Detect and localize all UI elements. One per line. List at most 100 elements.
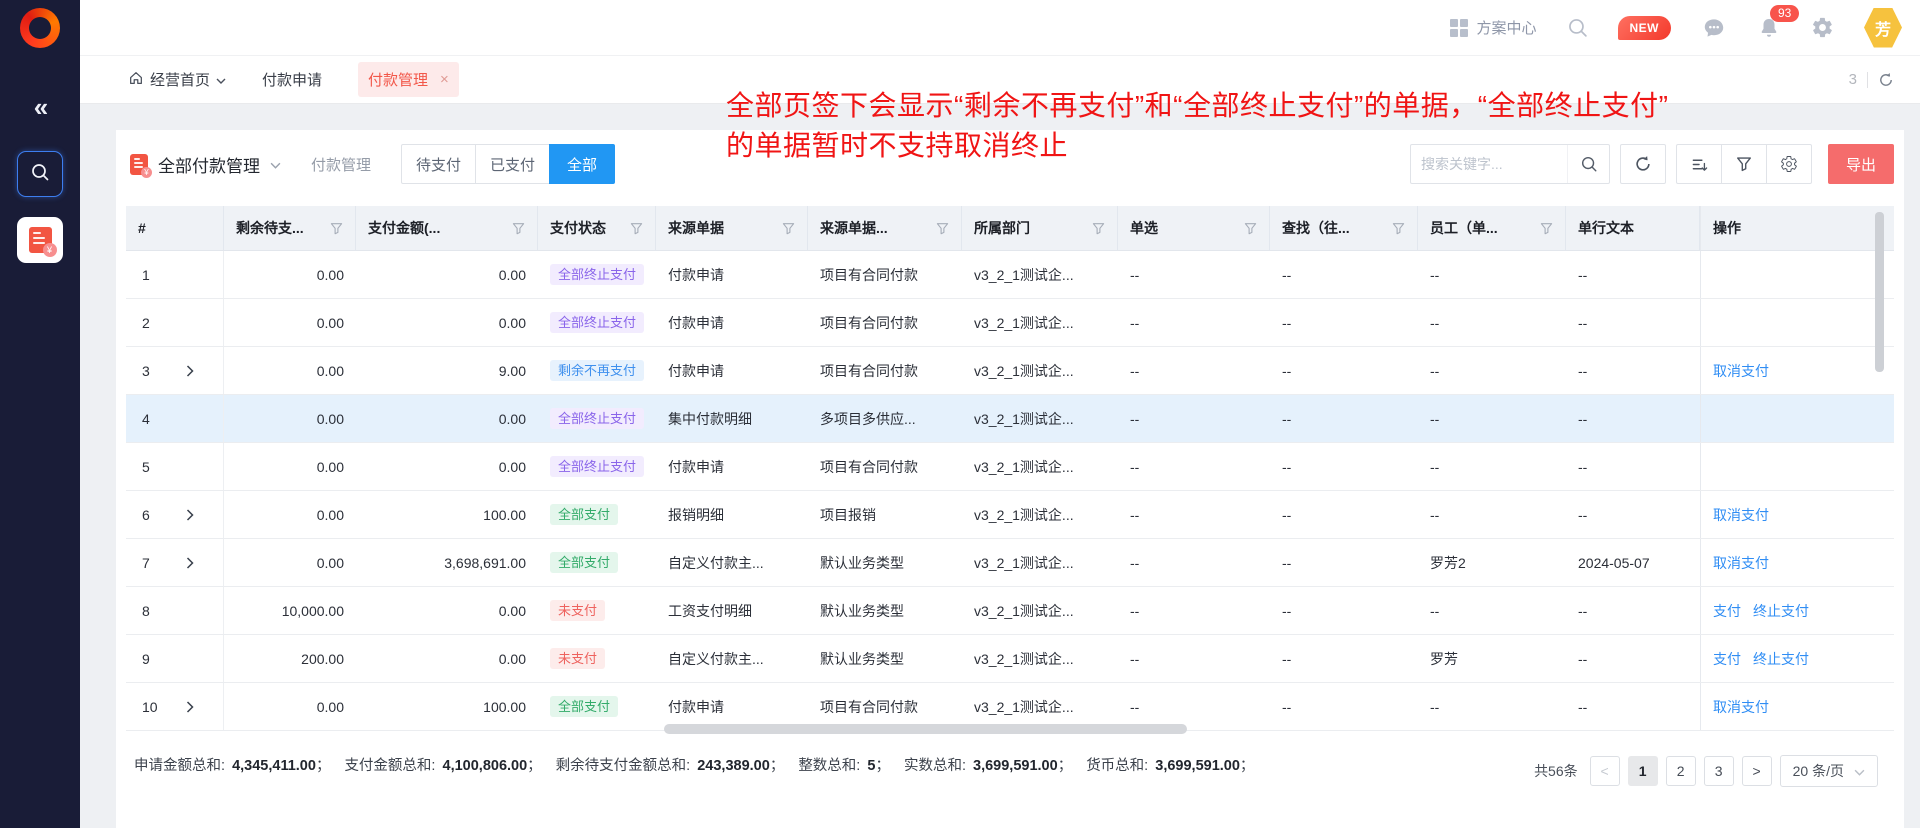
expand-row-icon[interactable] [186,701,194,713]
filter-funnel-icon[interactable] [1540,222,1553,235]
message-icon[interactable] [1701,15,1727,41]
page-size-label: 20 条/页 [1793,761,1844,781]
sidebar-search-button[interactable] [17,151,63,197]
app-logo[interactable] [20,8,60,48]
action-link[interactable]: 取消支付 [1713,697,1769,717]
notification-bell-icon[interactable]: 93 [1757,16,1781,40]
home-icon [128,70,144,90]
pagination-next-button[interactable]: > [1742,756,1772,786]
cell-lookup: -- [1270,251,1418,298]
table-row[interactable]: 40.000.00全部终止支付集中付款明细多项目多供应...v3_2_1测试企.… [126,395,1894,443]
refresh-button[interactable] [1620,144,1666,184]
cell-department: v3_2_1测试企... [962,587,1118,634]
cell-payment-amount: 3,698,691.00 [356,539,538,586]
cell-source-doc: 付款申请 [656,299,808,346]
solution-center-link[interactable]: 方案中心 [1450,17,1536,38]
filter-funnel-icon[interactable] [936,222,949,235]
table-body: 10.000.00全部终止支付付款申请项目有合同付款v3_2_1测试企...--… [126,251,1894,731]
search-submit-icon[interactable] [1567,145,1609,183]
pagination-page-button[interactable]: 1 [1628,756,1658,786]
action-link[interactable]: 支付 [1713,649,1741,669]
tab-payment-request[interactable]: 付款申请 [262,69,322,90]
segment-tab[interactable]: 全部 [549,144,615,184]
expand-row-icon[interactable] [186,557,194,569]
export-button[interactable]: 导出 [1828,144,1894,184]
filter-funnel-icon[interactable] [1244,222,1257,235]
cell-source-doc: 报销明细 [656,491,808,538]
summary-value: 4,345,411.00 [232,758,316,774]
cell-text: -- [1566,347,1700,394]
close-tab-icon[interactable]: × [440,71,449,88]
vertical-scrollbar[interactable] [1875,212,1884,372]
sidebar-payment-app-button[interactable] [17,217,63,263]
row-number: 10 [142,699,164,715]
table-tools-group [1676,144,1812,184]
segment-tab[interactable]: 待支付 [401,144,476,184]
action-link[interactable]: 终止支付 [1753,601,1809,621]
tab-home[interactable]: 经营首页 [128,69,226,90]
table-row[interactable]: 30.009.00剩余不再支付付款申请项目有合同付款v3_2_1测试企...--… [126,347,1894,395]
column-header-label: 查找（往... [1282,218,1350,238]
expand-row-icon[interactable] [186,365,194,377]
cell-actions: 支付终止支付 [1700,587,1880,634]
pagination-page-button[interactable]: 2 [1666,756,1696,786]
action-link[interactable]: 取消支付 [1713,361,1769,381]
column-settings-button[interactable] [1766,144,1812,184]
table-row[interactable]: 20.000.00全部终止支付付款申请项目有合同付款v3_2_1测试企...--… [126,299,1894,347]
summary-item: 实数总和: 3,699,591.00； [904,758,1086,774]
status-segments: 待支付已支付全部 [401,144,615,184]
filter-funnel-icon[interactable] [512,222,525,235]
filter-funnel-icon[interactable] [1092,222,1105,235]
filter-funnel-icon[interactable] [630,222,643,235]
header-search-icon[interactable] [1567,17,1588,38]
table-row[interactable]: 810,000.000.00未支付工资支付明细默认业务类型v3_2_1测试企..… [126,587,1894,635]
expand-row-icon[interactable] [186,509,194,521]
cell-source-type: 多项目多供应... [808,395,962,442]
cell-source-type: 默认业务类型 [808,539,962,586]
horizontal-scrollbar[interactable] [664,724,1187,734]
table-row[interactable]: 9200.000.00未支付自定义付款主...默认业务类型v3_2_1测试企..… [126,635,1894,683]
action-link[interactable]: 取消支付 [1713,553,1769,573]
filter-funnel-icon[interactable] [1392,222,1405,235]
summary-label: 整数总和: [798,758,860,774]
filter-funnel-icon[interactable] [330,222,343,235]
row-number: 2 [142,315,164,331]
search-icon [30,162,50,187]
collapse-sidebar-icon[interactable]: « [0,92,80,123]
filter-button[interactable] [1721,144,1767,184]
view-selector[interactable]: 全部付款管理 [130,152,281,177]
table-row[interactable]: 10.000.00全部终止支付付款申请项目有合同付款v3_2_1测试企...--… [126,251,1894,299]
cell-payment-amount: 0.00 [356,251,538,298]
tab-payment-management[interactable]: 付款管理 × [358,62,459,97]
display-settings-button[interactable] [1676,144,1722,184]
filter-funnel-icon[interactable] [782,222,795,235]
cell-source-doc: 自定义付款主... [656,539,808,586]
page-size-select[interactable]: 20 条/页 [1780,755,1878,787]
table-row[interactable]: 70.003,698,691.00全部支付自定义付款主...默认业务类型v3_2… [126,539,1894,587]
settings-gear-icon[interactable] [1811,16,1834,39]
summary-separator: ； [316,758,331,774]
pagination-page-button[interactable]: 3 [1704,756,1734,786]
pagination-prev-button[interactable]: < [1590,756,1620,786]
cell-lookup: -- [1270,635,1418,682]
search-input[interactable] [1411,156,1567,172]
cell-employee: 罗芳 [1418,635,1566,682]
refresh-tabs-icon[interactable] [1878,72,1894,88]
cell-source-doc: 付款申请 [656,443,808,490]
user-avatar[interactable]: 芳 [1864,8,1902,48]
cell-actions: 支付终止支付 [1700,635,1880,682]
column-header-status: 支付状态 [538,206,656,250]
action-link[interactable]: 终止支付 [1753,649,1809,669]
cell-row-number: 9 [126,635,224,682]
table-row[interactable]: 50.000.00全部终止支付付款申请项目有合同付款v3_2_1测试企...--… [126,443,1894,491]
pagination-total: 共56条 [1534,761,1578,781]
cell-payment-status: 全部终止支付 [538,299,656,346]
cell-payment-amount: 100.00 [356,491,538,538]
action-link[interactable]: 取消支付 [1713,505,1769,525]
segment-tab[interactable]: 已支付 [475,144,550,184]
action-link[interactable]: 支付 [1713,601,1741,621]
table-row[interactable]: 60.00100.00全部支付报销明细项目报销v3_2_1测试企...-----… [126,491,1894,539]
cell-source-doc: 付款申请 [656,347,808,394]
new-badge[interactable]: NEW [1618,16,1672,40]
row-number: 4 [142,411,164,427]
